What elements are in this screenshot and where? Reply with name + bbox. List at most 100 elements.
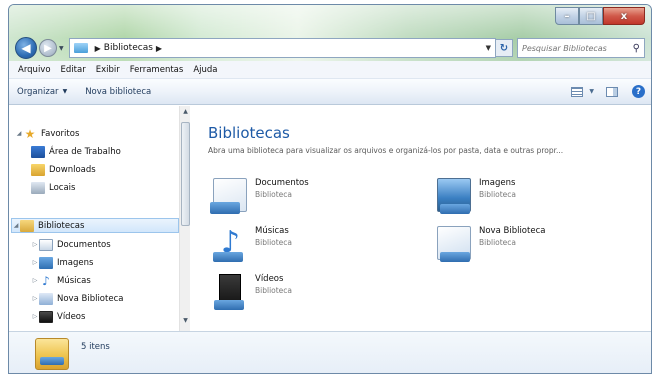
pictures-icon	[39, 256, 53, 269]
libraries-large-icon	[35, 338, 69, 370]
libraries-mini-icon	[73, 43, 88, 53]
nav-item-videos[interactable]: ▷ Vídeos	[31, 309, 85, 324]
nav-libraries-label: Bibliotecas	[38, 220, 85, 231]
nav-item-imagens[interactable]: ▷ Imagens	[31, 255, 93, 270]
nav-item-label: Nova Biblioteca	[57, 293, 124, 304]
refresh-icon: ↻	[499, 42, 509, 54]
documents-icon	[39, 238, 53, 251]
navigation-scrollbar[interactable]: ▲ ▼	[179, 106, 190, 331]
nav-item-downloads[interactable]: Downloads	[31, 162, 96, 177]
change-view-button[interactable]	[569, 85, 585, 99]
search-box[interactable]: ⚲	[517, 38, 645, 58]
nav-item-label: Área de Trabalho	[49, 146, 121, 157]
library-tile-documentos[interactable]: Documentos Biblioteca	[210, 178, 309, 214]
library-kind: Biblioteca	[479, 190, 517, 199]
library-name: Documentos	[255, 178, 309, 188]
music-note-icon: ♪	[221, 225, 241, 260]
menu-exibir[interactable]: Exibir	[91, 65, 125, 75]
page-subtitle: Abra uma biblioteca para visualizar os a…	[208, 146, 564, 155]
expand-arrow-icon[interactable]: ▷	[31, 295, 39, 302]
organize-button[interactable]: Organizar ▼	[17, 87, 67, 97]
nav-item-label: Imagens	[57, 257, 94, 268]
nav-item-desktop[interactable]: Área de Trabalho	[31, 144, 121, 159]
maximize-button[interactable]: □	[579, 7, 603, 25]
libraries-icon	[20, 219, 34, 232]
new-library-label: Nova biblioteca	[85, 86, 152, 97]
library-tile-musicas[interactable]: ♪ Músicas Biblioteca	[213, 225, 293, 262]
library-kind: Biblioteca	[255, 286, 293, 295]
address-bar[interactable]: ▶ Bibliotecas ▶ ▼	[68, 38, 496, 58]
scroll-down-icon[interactable]: ▼	[180, 317, 191, 329]
nav-item-label: Documentos	[57, 239, 111, 250]
library-name: Nova Biblioteca	[479, 226, 546, 236]
documents-library-icon	[210, 178, 247, 214]
command-bar-right: ▼ ?	[559, 85, 645, 99]
nav-favorites[interactable]: ◢ ★ Favoritos	[15, 126, 80, 141]
menu-ajuda[interactable]: Ajuda	[188, 65, 222, 75]
expand-arrow-icon[interactable]: ▷	[31, 313, 39, 320]
expand-arrow-icon[interactable]: ▷	[31, 259, 39, 266]
menu-arquivo[interactable]: Arquivo	[13, 65, 56, 75]
address-dropdown-icon[interactable]: ▼	[482, 44, 495, 52]
nav-favorites-label: Favoritos	[41, 128, 80, 139]
new-library-button[interactable]: Nova biblioteca	[85, 87, 151, 97]
organize-label: Organizar	[17, 86, 59, 97]
library-tile-imagens[interactable]: Imagens Biblioteca	[437, 178, 517, 214]
expand-arrow-icon[interactable]: ▷	[31, 241, 39, 248]
nav-item-musicas[interactable]: ▷ ♪ Músicas	[31, 273, 91, 288]
forward-arrow-icon: ▶	[44, 42, 52, 54]
pictures-library-icon	[437, 178, 471, 214]
menu-ferramentas[interactable]: Ferramentas	[125, 65, 189, 75]
chevron-down-icon: ▼	[62, 88, 68, 95]
nav-libraries[interactable]: ◢ Bibliotecas	[11, 218, 179, 233]
details-pane: 5 itens	[9, 331, 651, 373]
library-kind: Biblioteca	[479, 238, 517, 247]
breadcrumb-libraries[interactable]: Bibliotecas	[104, 43, 153, 53]
item-count: 5 itens	[81, 342, 110, 352]
breadcrumb-chevron-icon[interactable]: ▶	[95, 44, 101, 53]
forward-button[interactable]: ▶	[39, 39, 57, 57]
minimize-button[interactable]: –	[555, 7, 579, 25]
music-library-icon: ♪	[213, 225, 247, 262]
nav-item-documentos[interactable]: ▷ Documentos	[31, 237, 111, 252]
explorer-window: – □ x ◀ ▶ ▼ ▶ Bibliotecas ▶ ▼ ↻ ⚲ Arquiv…	[8, 4, 652, 374]
library-kind: Biblioteca	[255, 190, 293, 199]
videos-icon	[39, 310, 53, 323]
library-tile-videos[interactable]: Vídeos Biblioteca	[213, 274, 293, 310]
new-library-icon	[437, 226, 471, 262]
nav-item-label: Downloads	[49, 164, 96, 175]
views-icon	[571, 86, 584, 97]
nav-item-recent-places[interactable]: Locais	[31, 180, 75, 195]
library-tile-nova-biblioteca[interactable]: Nova Biblioteca Biblioteca	[437, 226, 546, 262]
videos-library-icon	[214, 274, 244, 310]
menu-editar[interactable]: Editar	[56, 65, 91, 75]
nav-item-label: Vídeos	[57, 311, 86, 322]
search-input[interactable]	[522, 43, 633, 53]
nav-item-label: Locais	[49, 182, 76, 193]
downloads-icon	[31, 163, 45, 176]
maximize-icon: □	[586, 10, 596, 22]
nav-item-nova-biblioteca[interactable]: ▷ Nova Biblioteca	[31, 291, 123, 306]
breadcrumb-chevron-icon[interactable]: ▶	[156, 44, 162, 53]
close-button[interactable]: x	[603, 7, 645, 25]
menu-bar: Arquivo Editar Exibir Ferramentas Ajuda	[9, 61, 651, 79]
new-library-icon	[39, 292, 53, 305]
expand-arrow-icon[interactable]: ▷	[31, 277, 39, 284]
library-kind: Biblioteca	[255, 238, 293, 247]
search-icon[interactable]: ⚲	[633, 43, 640, 54]
preview-pane-button[interactable]	[604, 85, 620, 99]
window-controls: – □ x	[555, 7, 645, 25]
refresh-button[interactable]: ↻	[495, 39, 513, 57]
music-icon: ♪	[42, 273, 50, 288]
preview-pane-icon	[606, 86, 618, 97]
scrollbar-thumb[interactable]	[181, 122, 190, 226]
recent-pages-dropdown[interactable]: ▼	[59, 45, 64, 52]
help-icon[interactable]: ?	[632, 85, 645, 98]
views-dropdown-icon[interactable]: ▼	[589, 88, 594, 95]
scroll-up-icon[interactable]: ▲	[180, 108, 191, 120]
library-name: Músicas	[255, 226, 289, 236]
minimize-icon: –	[564, 10, 570, 22]
collapse-arrow-icon[interactable]: ◢	[15, 130, 23, 137]
collapse-arrow-icon[interactable]: ◢	[12, 222, 20, 229]
back-button[interactable]: ◀	[15, 37, 37, 59]
